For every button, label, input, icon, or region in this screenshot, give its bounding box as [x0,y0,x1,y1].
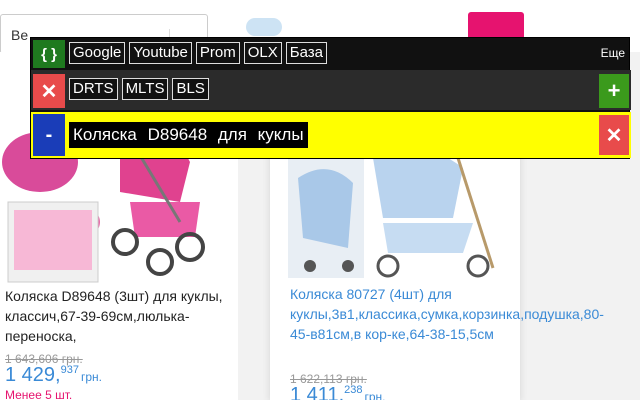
json-button[interactable]: { } [33,40,65,68]
stock-status: Менее 5 шт. [5,388,73,400]
add-icon[interactable]: + [599,74,629,108]
close-icon[interactable]: ✕ [33,74,65,108]
price: 1 411,238 грн. [290,384,386,400]
link-bls[interactable]: BLS [172,78,209,100]
price-main: 1 429, [5,364,61,386]
link-drts[interactable]: DRTS [69,78,118,100]
source-links: DRTS MLTS BLS [69,78,209,100]
price-main: 1 411, [290,384,345,400]
bookmarks-row: { } Google Youtube Prom OLX База Еще [31,38,631,70]
sources-row: ✕ DRTS MLTS BLS + [31,70,631,110]
bookmark-links: Google Youtube Prom OLX База [69,42,327,64]
link-prom[interactable]: Prom [195,42,240,64]
product-card[interactable]: Коляска 80727 (4шт) для куклы,3в1,класси… [270,130,604,400]
price-currency: грн. [80,370,102,384]
price: 1 429,937 грн. [5,364,102,387]
link-mlts[interactable]: MLTS [121,78,169,100]
link-baza[interactable]: База [285,42,327,64]
query-row: - Коляска D89648 для куклы ✕ [31,112,631,158]
page: Ве Коляска D89648 (3шт) для куклы, класс… [0,0,640,400]
more-link[interactable]: Еще [601,46,625,60]
minus-icon[interactable]: - [33,114,65,156]
link-google[interactable]: Google [69,42,126,64]
link-olx[interactable]: OLX [243,42,282,64]
price-currency: грн. [364,390,386,400]
quick-links-panel: { } Google Youtube Prom OLX База Еще ✕ D… [30,37,631,159]
product-title[interactable]: Коляска D89648 (3шт) для куклы, классич,… [5,286,230,346]
header-decoration [246,18,282,36]
search-input-text: Ве [11,27,29,43]
product-image[interactable] [288,138,500,278]
product-title[interactable]: Коляска 80727 (4шт) для куклы,3в1,класси… [290,284,604,344]
link-youtube[interactable]: Youtube [129,42,192,64]
clear-icon[interactable]: ✕ [599,115,629,155]
price-cents: 937 [60,364,79,376]
price-cents: 238 [344,384,363,396]
query-text[interactable]: Коляска D89648 для куклы [69,122,308,148]
